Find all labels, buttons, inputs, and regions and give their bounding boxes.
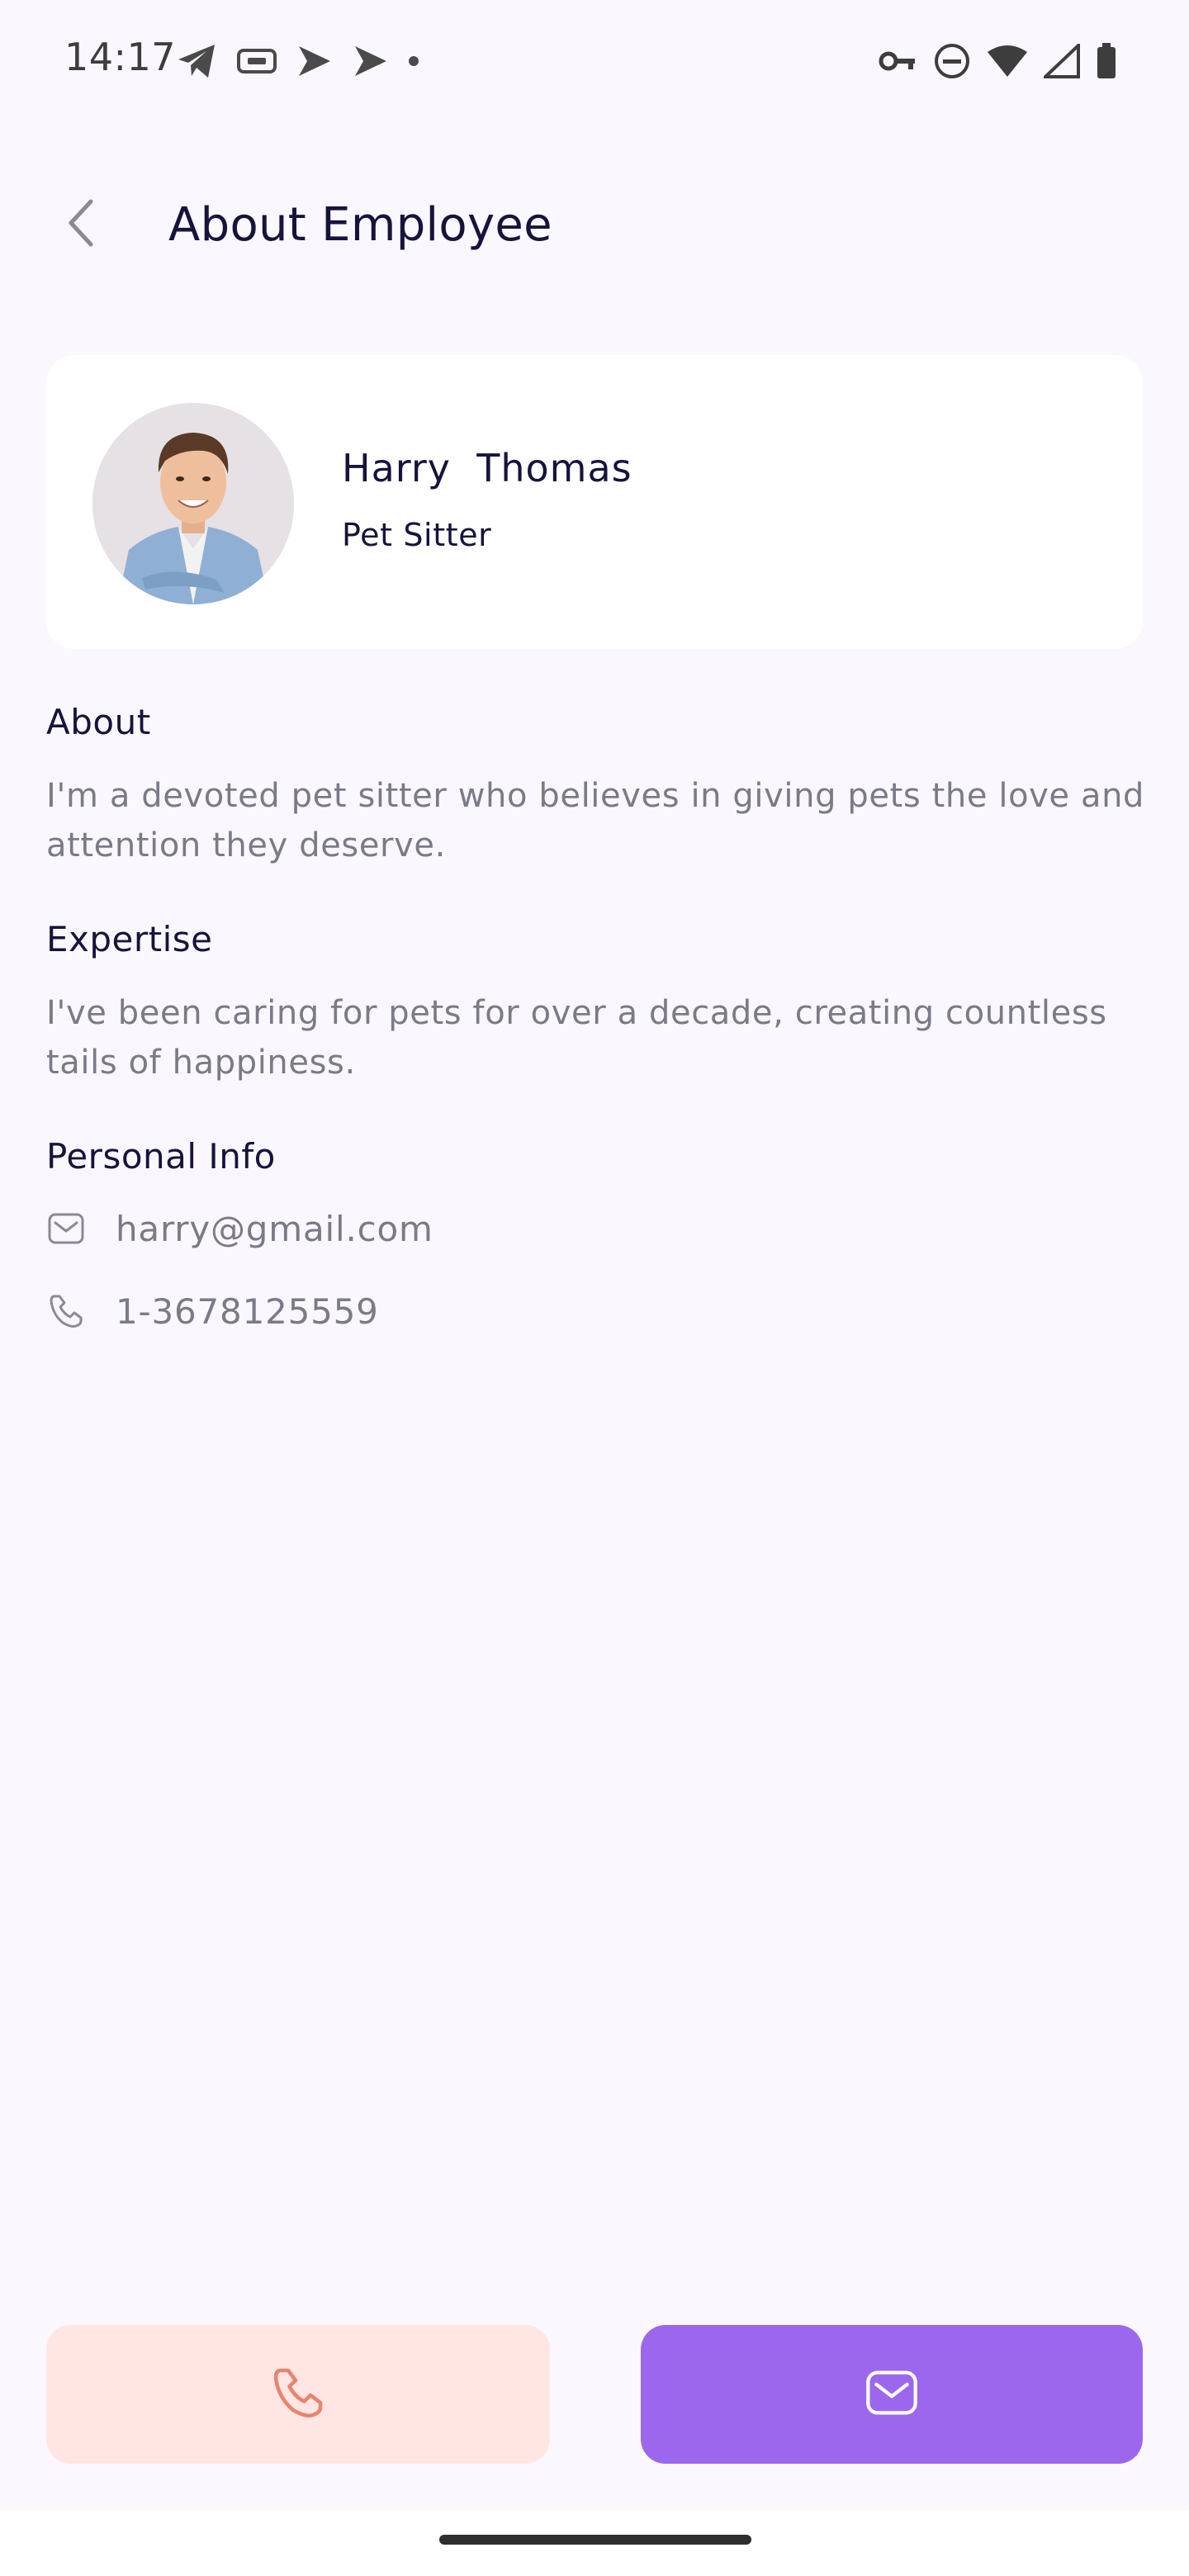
page-title: About Employee <box>168 198 552 252</box>
phone-row[interactable]: 1-3678125559 <box>46 1286 379 1336</box>
home-indicator[interactable] <box>439 2535 751 2545</box>
wifi-icon <box>986 44 1029 78</box>
battery-icon <box>1095 42 1118 80</box>
back-button[interactable] <box>51 195 111 254</box>
personal-info-heading: Personal Info <box>46 1136 276 1177</box>
profile-card: Harry Thomas Pet Sitter <box>46 355 1143 649</box>
vpn-badge-icon <box>236 47 277 75</box>
profile-role: Pet Sitter <box>342 517 492 553</box>
phone-icon <box>271 2365 325 2423</box>
dot-icon <box>408 55 419 67</box>
status-icons-right <box>879 38 1118 84</box>
avatar <box>92 403 294 604</box>
status-icons-left <box>177 38 419 84</box>
mail-icon <box>865 2368 919 2421</box>
email-text: harry@gmail.com <box>116 1208 433 1249</box>
mail-icon <box>46 1209 86 1248</box>
cell-signal-icon <box>1044 44 1080 78</box>
expertise-text: I've been caring for pets for over a dec… <box>46 994 1107 1082</box>
play-store-icon <box>296 43 334 79</box>
do-not-disturb-icon <box>933 42 971 80</box>
call-button[interactable] <box>46 2325 550 2464</box>
status-time: 14:17 <box>64 35 177 79</box>
play-store-icon <box>352 43 390 79</box>
phone-icon <box>46 1291 86 1331</box>
about-text: I'm a devoted pet sitter who believes in… <box>46 777 1145 864</box>
key-icon <box>879 48 918 74</box>
about-heading: About <box>46 702 151 742</box>
expertise-heading: Expertise <box>46 919 213 959</box>
status-bar: 14:17 <box>0 0 1189 116</box>
chevron-left-icon <box>64 198 97 251</box>
profile-name: Harry Thomas <box>342 446 632 490</box>
message-button[interactable] <box>641 2325 1143 2464</box>
action-bar <box>0 2287 1189 2510</box>
phone-text: 1-3678125559 <box>116 1290 379 1332</box>
email-row[interactable]: harry@gmail.com <box>46 1204 433 1253</box>
telegram-icon <box>177 43 218 79</box>
